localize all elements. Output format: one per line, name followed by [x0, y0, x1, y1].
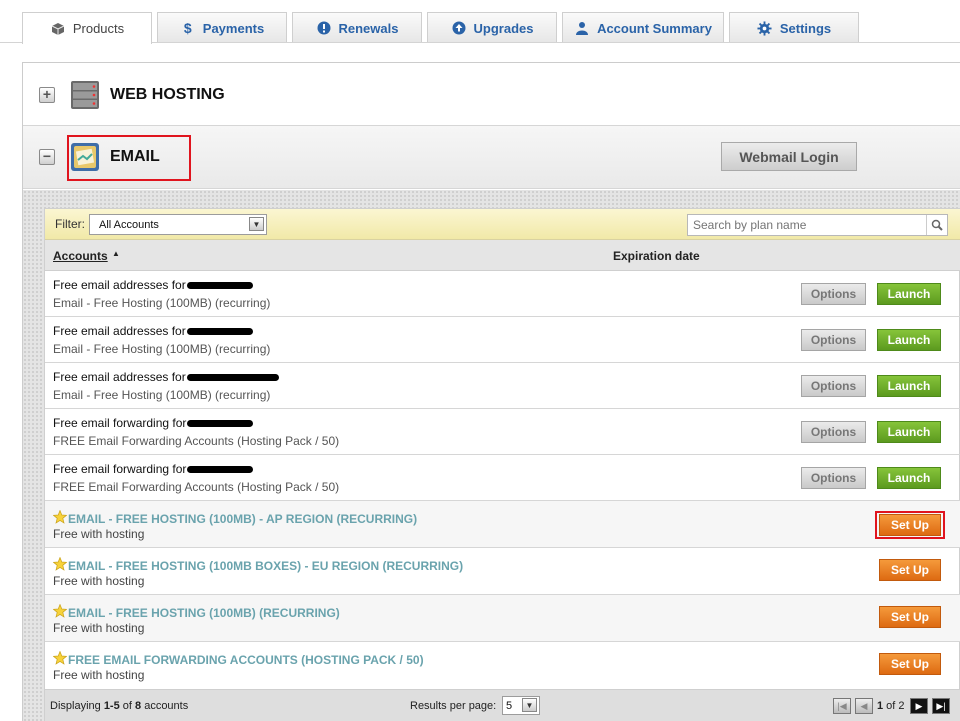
search-input[interactable]	[688, 215, 924, 235]
last-page-button[interactable]: ▶|	[932, 698, 950, 714]
setup-button[interactable]: Set Up	[879, 514, 941, 536]
star-icon	[52, 603, 68, 621]
launch-button[interactable]: Launch	[877, 467, 941, 489]
tab-settings[interactable]: Settings	[729, 12, 859, 43]
setup-row: FREE EMAIL FORWARDING ACCOUNTS (HOSTING …	[45, 642, 960, 689]
user-icon	[574, 20, 590, 36]
results-per-page-select[interactable]: 5 ▼	[502, 696, 540, 715]
options-button[interactable]: Options	[801, 329, 866, 351]
launch-button[interactable]: Launch	[877, 421, 941, 443]
dropdown-arrow-icon: ▼	[522, 698, 537, 712]
options-button[interactable]: Options	[801, 467, 866, 489]
pagination-bar: Displaying 1-5 of 8 accounts Results per…	[45, 689, 960, 721]
setup-button[interactable]: Set Up	[879, 606, 941, 628]
launch-button[interactable]: Launch	[877, 283, 941, 305]
tab-payments[interactable]: $ Payments	[157, 12, 287, 43]
setup-button[interactable]: Set Up	[879, 653, 941, 675]
options-button[interactable]: Options	[801, 375, 866, 397]
email-section: − EMAIL Webmail Login	[23, 126, 960, 189]
filter-select[interactable]: All Accounts ▼	[89, 214, 267, 235]
star-icon	[52, 650, 68, 668]
web-hosting-section: + WEB HOSTING	[23, 63, 960, 126]
setup-button[interactable]: Set Up	[879, 559, 941, 581]
table-row: Free email addresses for Email - Free Ho…	[45, 363, 960, 409]
email-icon	[70, 142, 100, 175]
next-page-button[interactable]: ▶	[910, 698, 928, 714]
tab-upgrades[interactable]: Upgrades	[427, 12, 557, 43]
alert-icon	[316, 20, 332, 36]
setup-row: EMAIL - FREE HOSTING (100MB) - AP REGION…	[45, 501, 960, 548]
prev-page-button[interactable]: ◀	[855, 698, 873, 714]
options-button[interactable]: Options	[801, 283, 866, 305]
filter-label: Filter:	[55, 217, 85, 231]
search-box	[687, 214, 948, 236]
webmail-login-button[interactable]: Webmail Login	[721, 142, 857, 171]
page-indicator: 1 of 2	[877, 700, 905, 712]
setup-row: EMAIL - FREE HOSTING (100MB BOXES) - EU …	[45, 548, 960, 595]
star-icon	[52, 556, 68, 574]
server-icon	[70, 80, 100, 113]
sort-ascending-icon: ▲	[112, 249, 120, 258]
expiration-column-header: Expiration date	[613, 249, 700, 263]
tab-account-summary[interactable]: Account Summary	[562, 12, 724, 43]
results-count: Displaying 1-5 of 8 accounts	[50, 700, 189, 712]
table-header: Accounts ▲ Expiration date	[45, 240, 960, 271]
star-icon	[52, 509, 68, 527]
dropdown-arrow-icon: ▼	[249, 217, 264, 231]
redacted-domain	[186, 328, 253, 336]
results-per-page-label: Results per page:	[410, 700, 497, 712]
collapse-toggle[interactable]: −	[39, 149, 55, 165]
launch-button[interactable]: Launch	[877, 329, 941, 351]
expand-toggle[interactable]: +	[39, 87, 55, 103]
web-hosting-title: WEB HOSTING	[110, 86, 225, 103]
options-button[interactable]: Options	[801, 421, 866, 443]
table-row: Free email forwarding for FREE Email For…	[45, 409, 960, 455]
tab-products[interactable]: Products	[22, 12, 152, 44]
filter-bar: Filter: All Accounts ▼	[45, 209, 960, 240]
dollar-icon: $	[183, 20, 192, 36]
table-row: Free email addresses for Email - Free Ho…	[45, 271, 960, 317]
accounts-column-header[interactable]: Accounts	[53, 249, 108, 263]
redacted-domain	[187, 420, 254, 428]
email-accounts-list: Filter: All Accounts ▼ Accounts ▲ Expira…	[44, 208, 960, 721]
gear-icon	[757, 20, 773, 36]
table-row: Free email addresses for Email - Free Ho…	[45, 317, 960, 363]
email-title: EMAIL	[110, 148, 160, 165]
first-page-button[interactable]: |◀	[833, 698, 851, 714]
redacted-domain	[186, 282, 253, 290]
tab-renewals[interactable]: Renewals	[292, 12, 422, 43]
launch-button[interactable]: Launch	[877, 375, 941, 397]
tab-bar: Products $ Payments Renewals Upgrades Ac…	[0, 0, 960, 44]
redacted-domain	[186, 374, 279, 382]
table-row: Free email forwarding for FREE Email For…	[45, 455, 960, 501]
search-icon[interactable]	[926, 215, 947, 235]
cube-icon	[50, 21, 66, 37]
setup-row: EMAIL - FREE HOSTING (100MB) (RECURRING)…	[45, 595, 960, 642]
upload-icon	[451, 20, 467, 36]
redacted-domain	[187, 466, 254, 474]
